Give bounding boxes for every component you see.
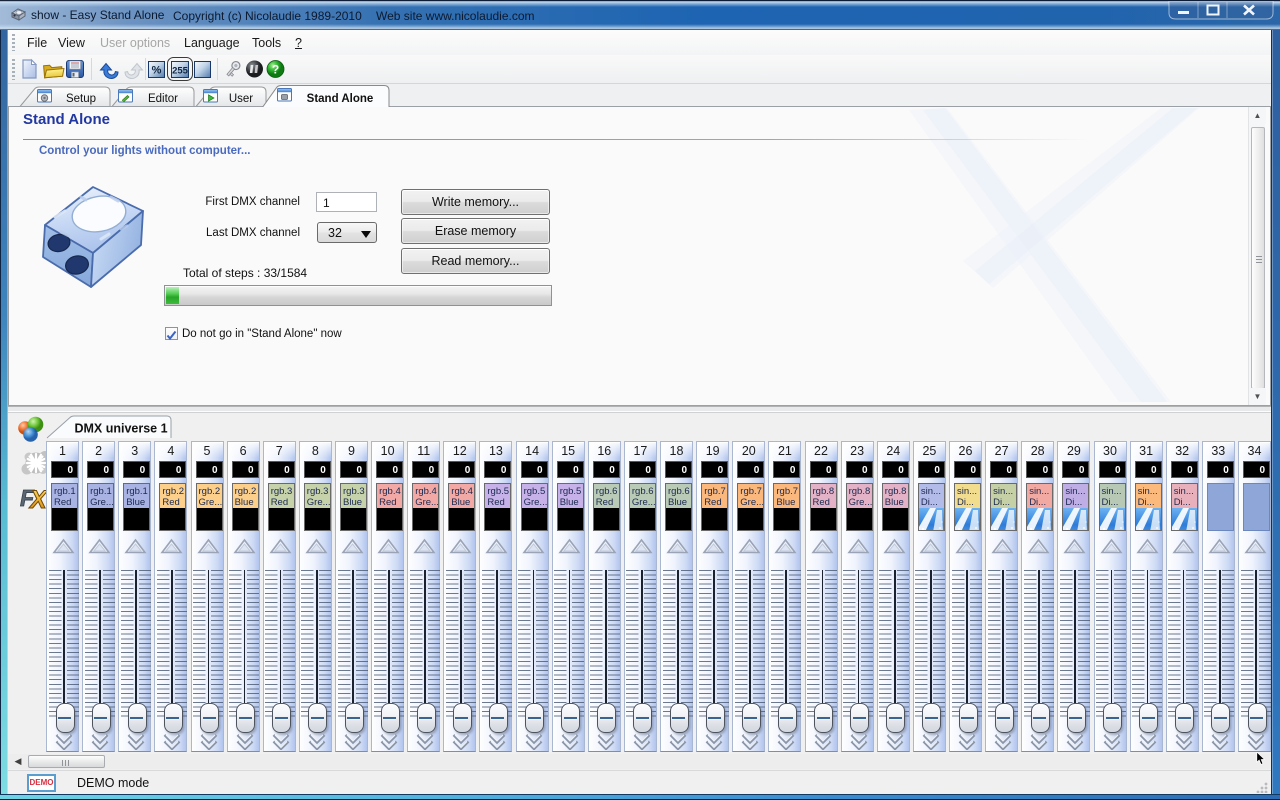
svg-text:Stand Alone: Stand Alone (307, 93, 374, 105)
svg-text:User: User (229, 93, 253, 105)
svg-text:DMX universe 1: DMX universe 1 (74, 422, 167, 436)
svg-text:?: ? (272, 63, 279, 77)
svg-text:255: 255 (172, 66, 189, 77)
svg-text:Editor: Editor (148, 93, 178, 105)
svg-text:%: % (152, 65, 162, 77)
svg-text:Setup: Setup (66, 93, 96, 105)
svg-text:X: X (28, 486, 48, 511)
